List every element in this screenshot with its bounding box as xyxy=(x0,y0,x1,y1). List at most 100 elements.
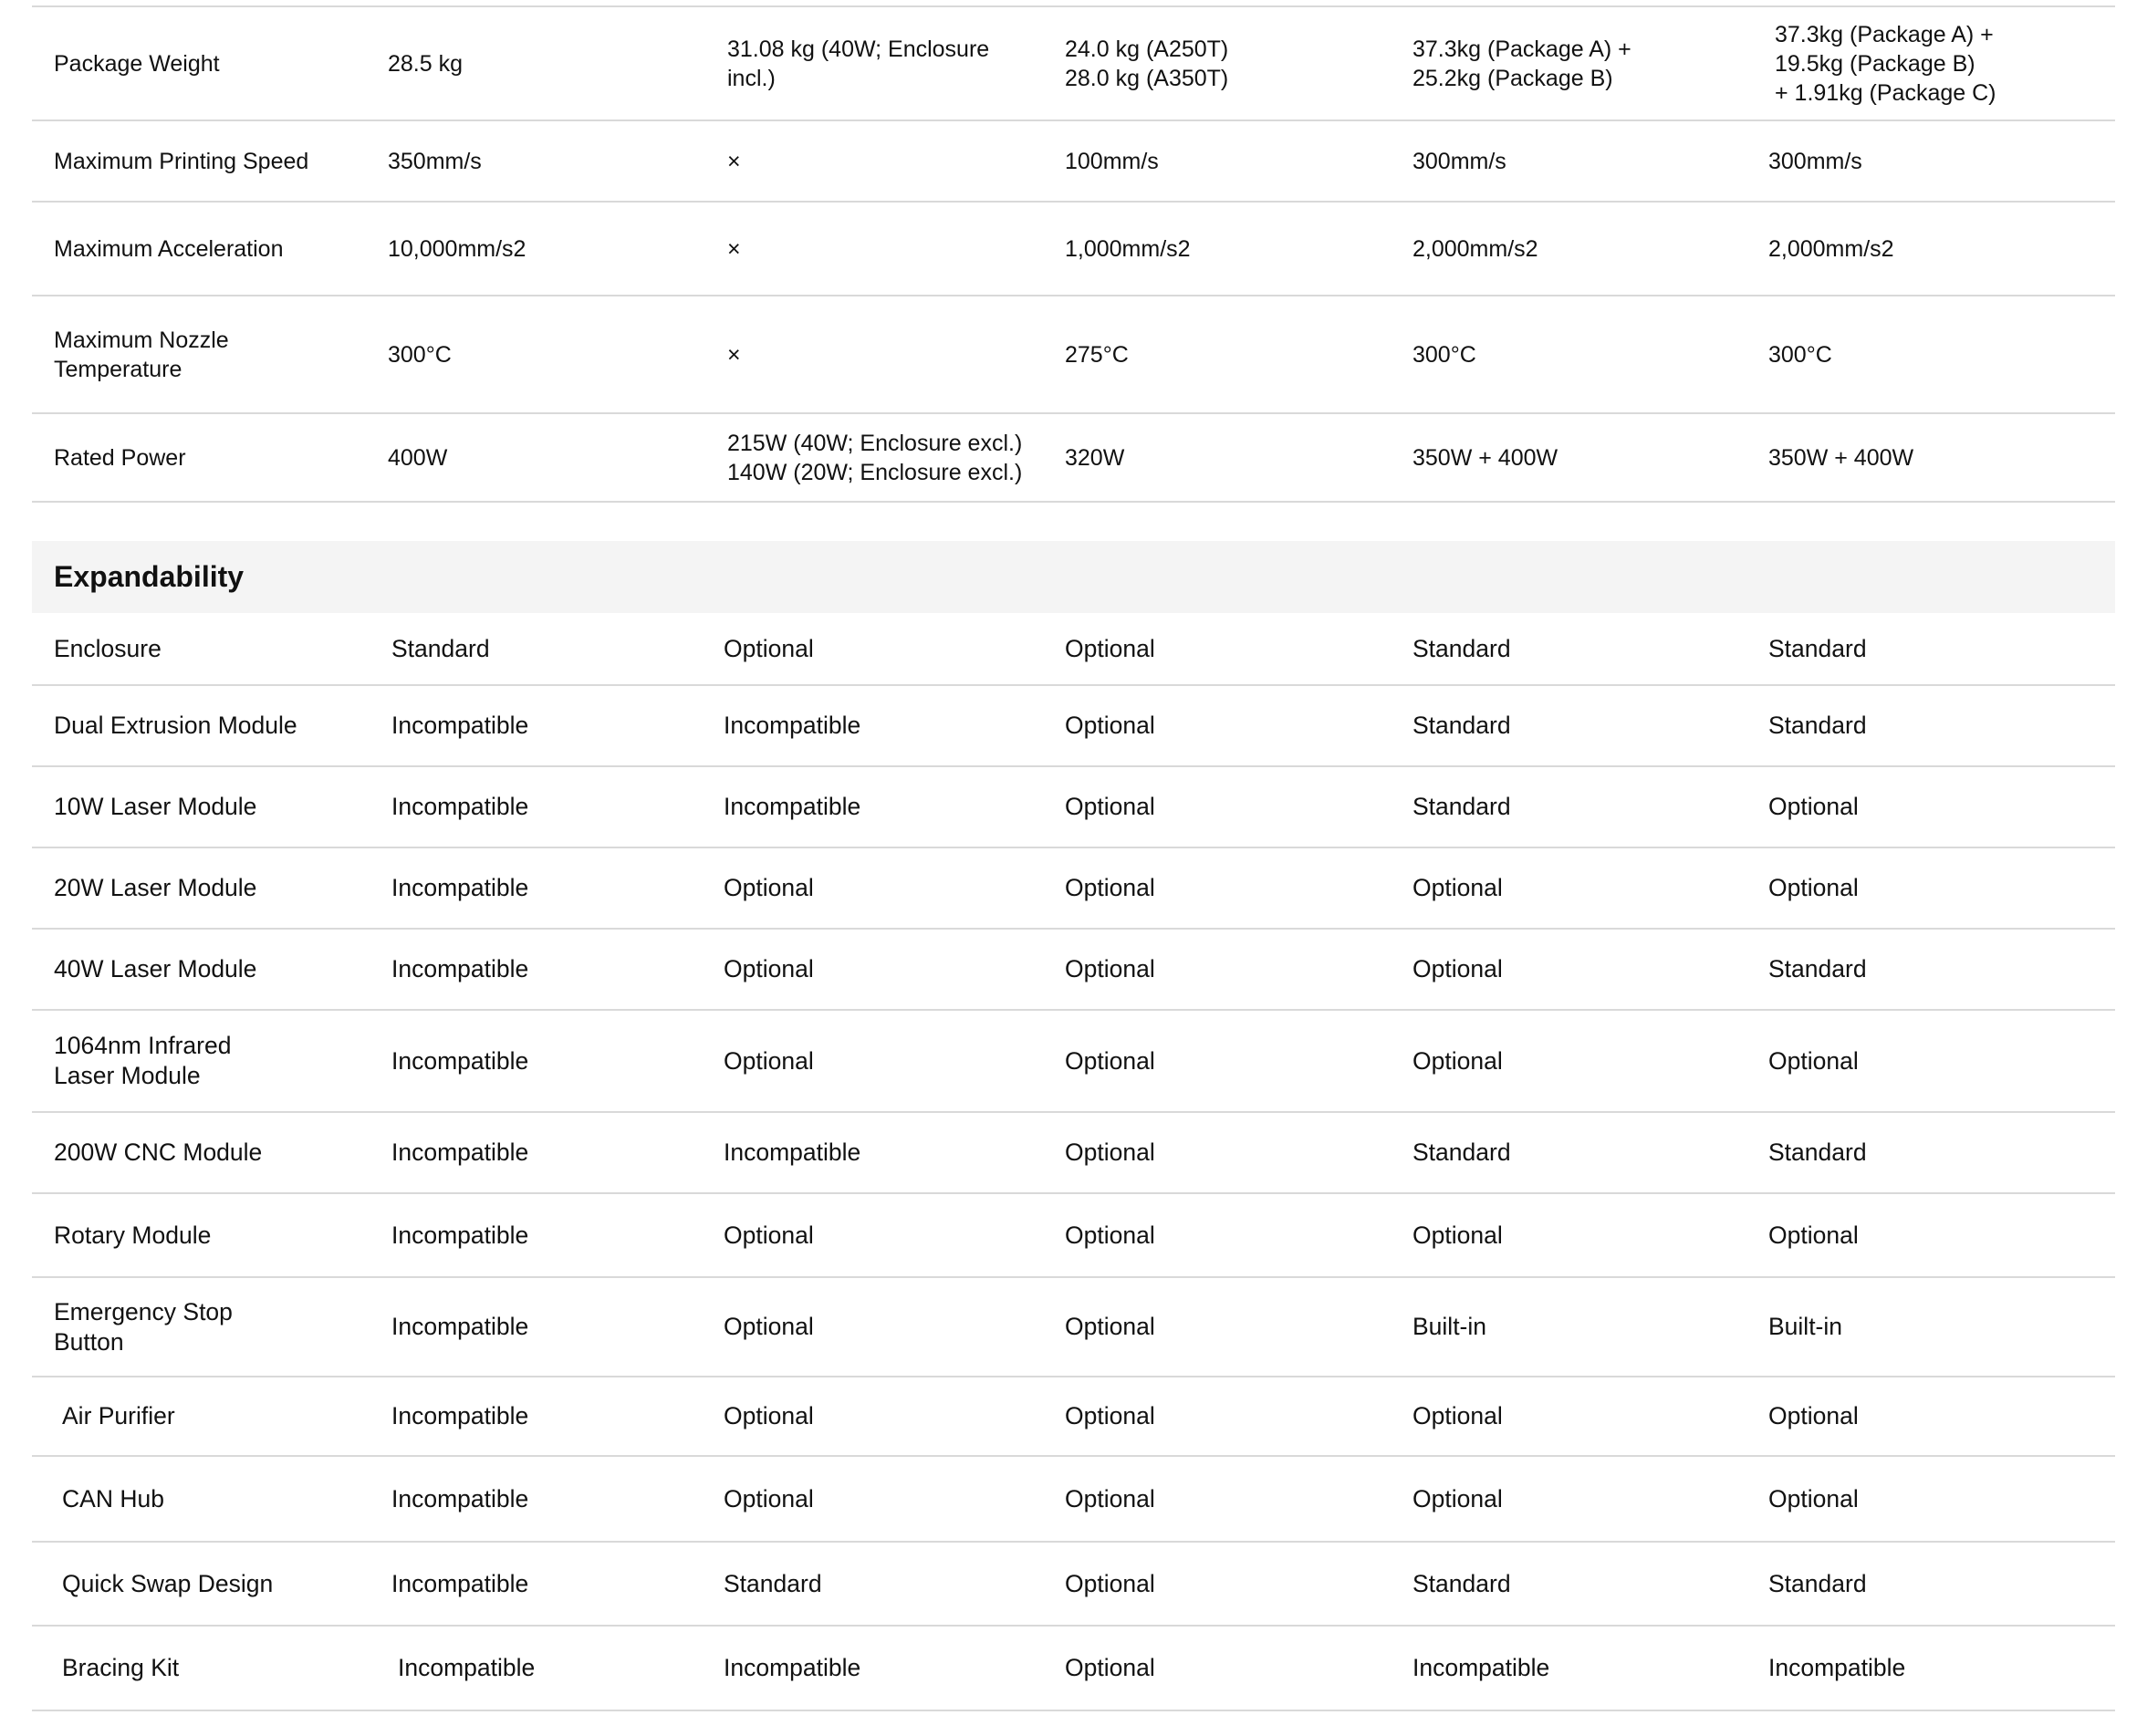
table-cell: Standard xyxy=(1768,1138,1867,1166)
table-cell: Optional xyxy=(1413,1484,1503,1513)
table-cell: 37.3kg (Package A) + 25.2kg (Package B) xyxy=(1413,36,1631,91)
table-cell: 1,000mm/s2 xyxy=(1065,235,1191,262)
table-cell: Optional xyxy=(1413,1046,1503,1075)
table-cell: Incompatible xyxy=(724,1138,861,1166)
table-cell: Optional xyxy=(1065,793,1155,820)
table-cell: Optional xyxy=(1065,1402,1155,1429)
table-cell: 100mm/s xyxy=(1065,148,1159,174)
spec-comparison-page: Package Weight 28.5 kg 31.08 kg (40W; En… xyxy=(32,0,2115,1711)
row-label: Package Weight xyxy=(54,50,220,77)
expandability-table: Enclosure Standard Optional Optional Sta… xyxy=(32,613,2115,1711)
table-cell: 2,000mm/s2 xyxy=(1768,235,1894,262)
table-row: CAN Hub Incompatible Optional Optional O… xyxy=(32,1457,2115,1543)
table-cell: 300°C xyxy=(388,341,452,368)
table-cell: Standard xyxy=(1413,1569,1511,1597)
table-cell: Standard xyxy=(1768,712,1867,739)
table-cell: Incompatible xyxy=(391,874,529,901)
table-cell: Optional xyxy=(1413,1402,1503,1429)
table-cell: 10,000mm/s2 xyxy=(388,235,526,262)
table-cell: Standard xyxy=(1768,1569,1867,1597)
table-row: Enclosure Standard Optional Optional Sta… xyxy=(32,613,2115,686)
table-cell: Optional xyxy=(1768,1221,1859,1249)
table-cell: Optional xyxy=(1768,1484,1859,1513)
row-label: CAN Hub xyxy=(62,1484,164,1513)
table-cell: Optional xyxy=(1065,1046,1155,1075)
table-row: Rotary Module Incompatible Optional Opti… xyxy=(32,1194,2115,1278)
table-cell: Built-in xyxy=(1413,1313,1487,1340)
table-cell: 300°C xyxy=(1413,341,1476,368)
row-label: Quick Swap Design xyxy=(62,1569,274,1597)
table-cell: Optional xyxy=(724,1221,814,1249)
row-label: 20W Laser Module xyxy=(54,874,257,901)
table-cell: Optional xyxy=(1768,874,1859,901)
table-cell: Incompatible xyxy=(391,1402,529,1429)
table-cell: Standard xyxy=(1413,793,1511,820)
row-label: Maximum Nozzle Temperature xyxy=(54,327,229,382)
table-cell: Incompatible xyxy=(724,1654,861,1681)
table-cell: Optional xyxy=(724,1402,814,1429)
table-cell: 275°C xyxy=(1065,341,1129,368)
table-cell: Optional xyxy=(1065,634,1155,662)
table-cell: Optional xyxy=(724,634,814,662)
table-cell: 300mm/s xyxy=(1413,148,1506,174)
expandability-section-header: Expandability xyxy=(32,541,2115,613)
table-cell: Standard xyxy=(1413,634,1511,662)
table-row: Package Weight 28.5 kg 31.08 kg (40W; En… xyxy=(32,5,2115,121)
table-cell: Optional xyxy=(1768,793,1859,820)
table-cell: 28.5 kg xyxy=(388,50,464,77)
table-cell: 350W + 400W xyxy=(1768,444,1914,471)
table-cell: Optional xyxy=(1065,1313,1155,1340)
table-cell: Standard xyxy=(1413,1138,1511,1166)
table-cell: Optional xyxy=(1065,1138,1155,1166)
table-cell: Optional xyxy=(724,874,814,901)
table-row: 1064nm Infrared Laser Module Incompatibl… xyxy=(32,1011,2115,1113)
table-cell: Optional xyxy=(1065,1221,1155,1249)
table-row: Dual Extrusion Module Incompatible Incom… xyxy=(32,686,2115,767)
table-cell: Standard xyxy=(724,1569,822,1597)
table-cell: Incompatible xyxy=(724,712,861,739)
table-cell: Optional xyxy=(1065,1484,1155,1513)
table-cell: × xyxy=(727,148,741,174)
table-cell: 350mm/s xyxy=(388,148,482,174)
table-cell: Optional xyxy=(1065,1569,1155,1597)
row-label: Emergency Stop Button xyxy=(54,1297,233,1356)
table-row: Rated Power 400W 215W (40W; Enclosure ex… xyxy=(32,414,2115,503)
table-cell: Optional xyxy=(1768,1046,1859,1075)
table-cell: 300mm/s xyxy=(1768,148,1862,174)
table-cell: Incompatible xyxy=(391,793,529,820)
table-cell: Standard xyxy=(391,634,490,662)
table-cell: Standard xyxy=(1768,955,1867,982)
table-cell: Incompatible xyxy=(398,1654,536,1681)
table-row: 20W Laser Module Incompatible Optional O… xyxy=(32,848,2115,930)
row-label: Air Purifier xyxy=(62,1402,175,1429)
table-cell: 24.0 kg (A250T) 28.0 kg (A350T) xyxy=(1065,36,1229,91)
table-cell: Built-in xyxy=(1768,1313,1843,1340)
table-cell: 300°C xyxy=(1768,341,1832,368)
table-cell: 400W xyxy=(388,444,448,471)
section-title: Expandability xyxy=(54,560,245,593)
row-label: 200W CNC Module xyxy=(54,1138,263,1166)
table-cell: 37.3kg (Package A) + 19.5kg (Package B) … xyxy=(1775,21,1996,106)
row-label: 10W Laser Module xyxy=(54,793,257,820)
table-row: Maximum Acceleration 10,000mm/s2 × 1,000… xyxy=(32,203,2115,296)
table-cell: 320W xyxy=(1065,444,1125,471)
table-cell: Optional xyxy=(724,1484,814,1513)
table-cell: Standard xyxy=(1768,634,1867,662)
row-label: Maximum Acceleration xyxy=(54,235,284,262)
table-cell: Incompatible xyxy=(391,1569,529,1597)
row-label: Enclosure xyxy=(54,634,162,662)
table-cell: × xyxy=(727,341,741,368)
table-row: 200W CNC Module Incompatible Incompatibl… xyxy=(32,1113,2115,1194)
table-cell: Optional xyxy=(724,1313,814,1340)
table-row: Maximum Nozzle Temperature 300°C × 275°C… xyxy=(32,296,2115,414)
table-cell: Incompatible xyxy=(1768,1654,1906,1681)
table-cell: Incompatible xyxy=(391,1221,529,1249)
table-cell: × xyxy=(727,235,741,262)
table-cell: Optional xyxy=(1065,712,1155,739)
row-label: Bracing Kit xyxy=(62,1654,180,1681)
table-cell: Optional xyxy=(1065,874,1155,901)
table-cell: Optional xyxy=(1413,955,1503,982)
row-label: Dual Extrusion Module xyxy=(54,712,297,739)
table-cell: Standard xyxy=(1413,712,1511,739)
table-cell: Optional xyxy=(1413,1221,1503,1249)
